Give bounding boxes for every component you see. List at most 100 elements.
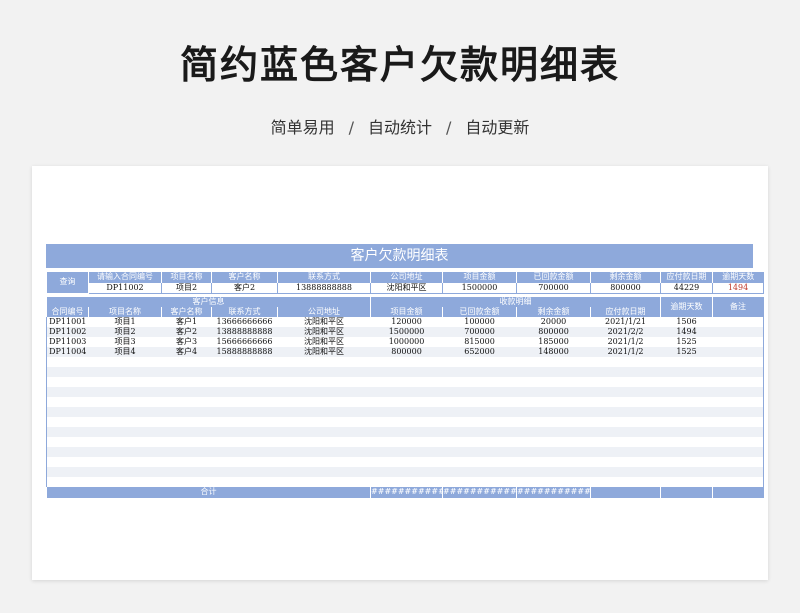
table-cell: 815000 bbox=[442, 336, 517, 347]
table-cell bbox=[442, 396, 517, 407]
table-cell bbox=[442, 416, 517, 427]
table-row: DP11001 项目1 客户1 13666666666 沈阳和平区 120000 10000… bbox=[46, 316, 764, 327]
table-cell: 沈阳和平区 bbox=[277, 316, 371, 327]
table-cell: 2021/2/2 bbox=[590, 326, 661, 337]
table-cell bbox=[277, 396, 371, 407]
table-cell bbox=[516, 386, 591, 397]
table-cell bbox=[442, 456, 517, 467]
table-cell bbox=[370, 416, 443, 427]
table-cell bbox=[442, 476, 517, 487]
table-cell bbox=[88, 436, 162, 447]
table-cell bbox=[161, 356, 212, 367]
table-cell bbox=[660, 406, 713, 417]
empty-row bbox=[46, 376, 764, 387]
table-cell bbox=[442, 386, 517, 397]
table-cell bbox=[712, 366, 764, 377]
table-cell: 1000000 bbox=[370, 336, 443, 347]
table-cell: 沈阳和平区 bbox=[277, 336, 371, 347]
subtitle-item: 自动更新 bbox=[465, 118, 530, 137]
table-cell bbox=[211, 476, 278, 487]
table-cell bbox=[442, 426, 517, 437]
table-cell bbox=[370, 366, 443, 377]
table-cell bbox=[46, 406, 89, 417]
sheet-title: 客户欠款明细表 bbox=[46, 244, 753, 268]
table-cell bbox=[211, 466, 278, 477]
table-cell bbox=[442, 436, 517, 447]
table-cell: 2021/1/21 bbox=[590, 316, 661, 327]
table-cell bbox=[660, 476, 713, 487]
table-cell bbox=[660, 436, 713, 447]
empty-row bbox=[46, 386, 764, 397]
table-cell bbox=[660, 446, 713, 457]
table-cell: 项目3 bbox=[88, 336, 162, 347]
spreadsheet: 客户欠款明细表 查询 请输入合同编号 项目名称 客户名称 联系方式 公司地址 项… bbox=[45, 244, 765, 498]
table-cell: 120000 bbox=[370, 316, 443, 327]
table-cell bbox=[590, 466, 661, 477]
column-header: 客户名称 bbox=[161, 306, 212, 317]
empty-row bbox=[46, 356, 764, 367]
table-cell: 沈阳和平区 bbox=[277, 346, 371, 357]
table-cell: 800000 bbox=[516, 326, 591, 337]
table-cell bbox=[660, 396, 713, 407]
table-cell bbox=[516, 466, 591, 477]
table-cell bbox=[712, 376, 764, 387]
table-cell bbox=[211, 356, 278, 367]
table-cell bbox=[46, 436, 89, 447]
table-cell: 客户4 bbox=[161, 346, 212, 357]
query-header: 逾期天数 bbox=[712, 271, 764, 282]
table-cell bbox=[590, 446, 661, 457]
table-cell bbox=[211, 396, 278, 407]
empty-row bbox=[46, 416, 764, 427]
column-header: 剩余金额 bbox=[516, 306, 591, 317]
contract-number-input[interactable]: DP11002 bbox=[88, 281, 162, 294]
table-cell bbox=[590, 456, 661, 467]
table-cell bbox=[277, 406, 371, 417]
table-cell bbox=[277, 456, 371, 467]
table-cell bbox=[442, 466, 517, 477]
table-cell: 2021/1/2 bbox=[590, 336, 661, 347]
table-cell: 700000 bbox=[442, 326, 517, 337]
table-cell: 20000 bbox=[516, 316, 591, 327]
table-cell bbox=[442, 356, 517, 367]
table-cell bbox=[660, 426, 713, 437]
table-cell bbox=[88, 386, 162, 397]
table-cell bbox=[211, 366, 278, 377]
query-header: 请输入合同编号 bbox=[88, 271, 162, 282]
query-value: 1500000 bbox=[442, 281, 517, 294]
group-header-payment-detail: 收款明细 bbox=[370, 296, 661, 307]
page-title: 简约蓝色客户欠款明细表 bbox=[179, 43, 620, 87]
table-cell bbox=[712, 456, 764, 467]
table-cell bbox=[660, 416, 713, 427]
query-value: 700000 bbox=[516, 281, 591, 294]
table-cell bbox=[442, 376, 517, 387]
table-cell bbox=[370, 446, 443, 457]
query-header-row: 查询 请输入合同编号 项目名称 客户名称 联系方式 公司地址 项目金额 已回款金… bbox=[46, 271, 764, 294]
table-cell bbox=[712, 406, 764, 417]
query-value-row: DP11002 项目2 客户2 13888888888 沈阳和平区 150000… bbox=[47, 281, 764, 294]
table-cell bbox=[442, 366, 517, 377]
table-cell: 13888888888 bbox=[211, 326, 278, 337]
column-header: 已回款金额 bbox=[442, 306, 517, 317]
table-cell bbox=[88, 456, 162, 467]
group-header-row: 客户信息 收款明细 逾期天数 备注 bbox=[45, 296, 764, 317]
table-cell bbox=[277, 476, 371, 487]
column-header: 公司地址 bbox=[276, 306, 371, 317]
table-cell bbox=[161, 386, 212, 397]
table-cell: 1525 bbox=[660, 346, 713, 357]
table-cell: 项目4 bbox=[88, 346, 162, 357]
table-cell bbox=[88, 366, 162, 377]
table-cell bbox=[590, 396, 661, 407]
empty-row bbox=[46, 446, 764, 457]
table-cell bbox=[590, 356, 661, 367]
query-value: 沈阳和平区 bbox=[370, 281, 443, 294]
subtitle-item: 自动统计 bbox=[367, 118, 432, 137]
table-cell bbox=[516, 376, 591, 387]
table-cell bbox=[88, 376, 162, 387]
column-header: 应付款日期 bbox=[590, 306, 661, 317]
table-cell bbox=[277, 376, 371, 387]
table-cell bbox=[88, 446, 162, 457]
subtitle-separator: / bbox=[348, 118, 354, 137]
table-cell bbox=[46, 426, 89, 437]
table-cell bbox=[211, 406, 278, 417]
total-row: 合计 ################# ################# #… bbox=[45, 486, 764, 498]
